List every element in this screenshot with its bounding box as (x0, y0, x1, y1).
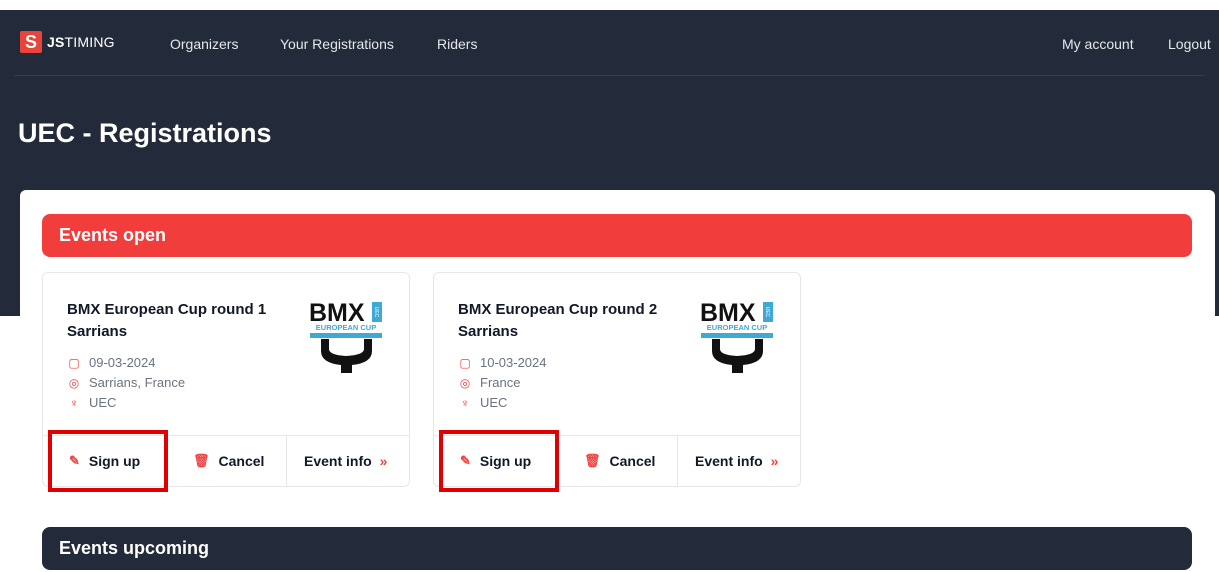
nav-link-my-account[interactable]: My account (1062, 36, 1134, 52)
brand-logo[interactable]: S JSTIMING (20, 31, 115, 53)
calendar-icon: ▢ (459, 355, 471, 370)
section-header-events-open: Events open (42, 214, 1192, 257)
bmx-european-cup-logo: BMX UEC EUROPEAN CUP (309, 299, 382, 373)
trophy-icon: ♆ (460, 395, 470, 410)
cancel-button[interactable]: 🗑 Cancel (193, 453, 264, 469)
svg-text:EUROPEAN CUP: EUROPEAN CUP (316, 323, 376, 332)
nav-link-your-registrations[interactable]: Your Registrations (280, 36, 394, 52)
bmx-european-cup-logo: BMX UEC EUROPEAN CUP (700, 299, 773, 373)
location-pin-icon: ◎ (68, 375, 80, 390)
trophy-icon: ♆ (69, 395, 79, 410)
trash-icon: 🗑 (584, 453, 601, 468)
sign-up-highlight-box (439, 430, 559, 492)
sign-up-highlight-box (48, 430, 168, 492)
double-chevron-right-icon: » (770, 453, 779, 469)
event-info-link[interactable]: Event info» (304, 453, 387, 469)
event-organizer: ♆ UEC (458, 395, 508, 410)
logo-text: JSTIMING (47, 34, 115, 50)
event-location: ◎ France (459, 375, 521, 390)
event-title: BMX European Cup round 2 Sarrians (458, 301, 658, 340)
svg-text:UEC: UEC (373, 307, 379, 318)
event-info-link[interactable]: Event info» (695, 453, 778, 469)
svg-text:EUROPEAN CUP: EUROPEAN CUP (707, 323, 767, 332)
calendar-icon: ▢ (68, 355, 80, 370)
action-separator (677, 435, 678, 487)
nav-link-riders[interactable]: Riders (437, 36, 477, 52)
event-title: BMX European Cup round 1 Sarrians (67, 301, 267, 340)
logo-mark: S (20, 31, 42, 53)
location-pin-icon: ◎ (459, 375, 471, 390)
cancel-button[interactable]: 🗑 Cancel (584, 453, 655, 469)
event-organizer: ♆ UEC (67, 395, 117, 410)
page-title: UEC - Registrations (18, 118, 272, 148)
trash-icon: 🗑 (193, 453, 210, 468)
event-location: ◎ Sarrians, France (68, 375, 186, 390)
double-chevron-right-icon: » (379, 453, 388, 469)
action-separator (286, 435, 287, 487)
section-header-events-upcoming: Events upcoming (42, 527, 1192, 570)
event-date: ▢ 09-03-2024 (68, 355, 156, 370)
svg-text:UEC: UEC (764, 307, 770, 318)
nav-divider (14, 75, 1205, 76)
event-date: ▢ 10-03-2024 (459, 355, 547, 370)
nav-link-organizers[interactable]: Organizers (170, 36, 238, 52)
nav-link-logout[interactable]: Logout (1168, 36, 1211, 52)
